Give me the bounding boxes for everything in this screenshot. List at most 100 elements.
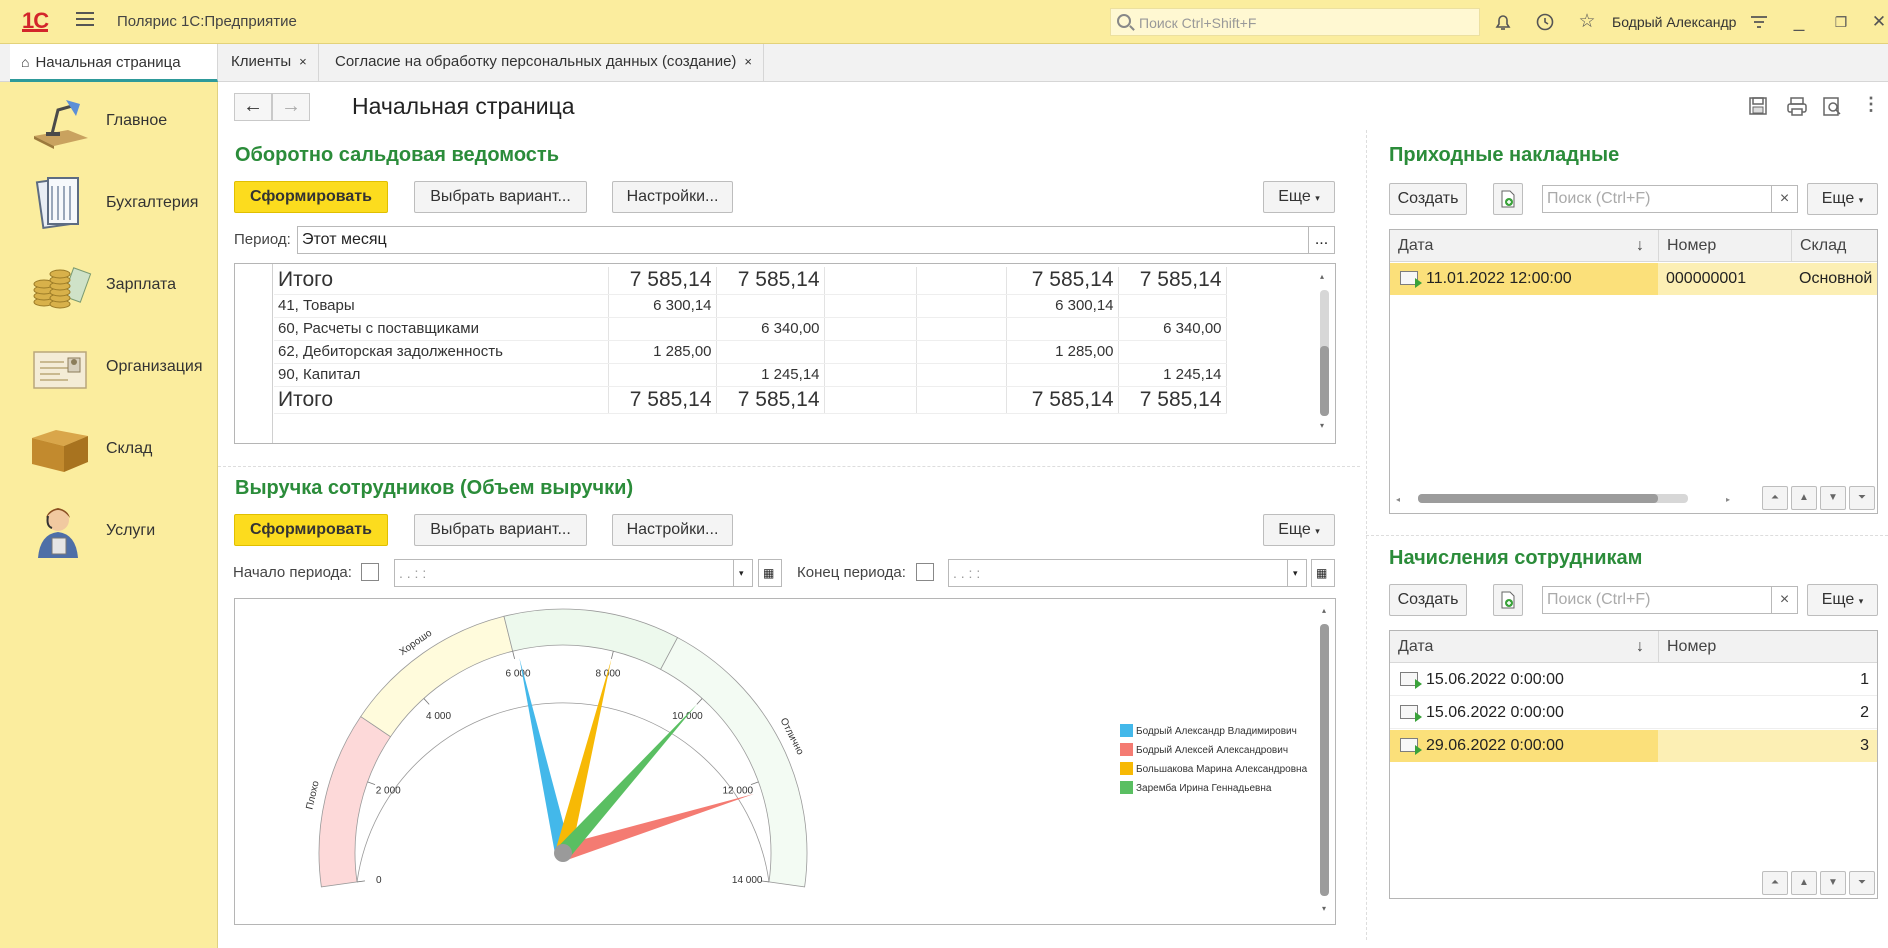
report-total-row[interactable]: Итого 7 585,14 7 585,14 7 585,14 7 585,14 — [274, 267, 1227, 295]
start-period-dropdown-icon[interactable]: ▾ — [733, 559, 753, 587]
revenue-more-button[interactable]: Еще ▾ — [1263, 514, 1335, 546]
invoices-hscroll-thumb[interactable] — [1418, 494, 1658, 503]
minimize-icon[interactable]: _ — [1788, 11, 1810, 33]
invoice-row-number[interactable]: 000000001 — [1658, 263, 1791, 295]
invoices-more-button[interactable]: Еще ▾ — [1807, 183, 1878, 215]
end-period-checkbox[interactable] — [916, 563, 934, 581]
scroll-right-icon[interactable]: ▸ — [1726, 495, 1730, 504]
accruals-create-button[interactable]: Создать — [1389, 584, 1467, 616]
revenue-generate-button[interactable]: Сформировать — [234, 514, 388, 546]
close-tab-icon[interactable]: × — [744, 54, 752, 69]
revenue-settings-button[interactable]: Настройки... — [612, 514, 733, 546]
preview-icon[interactable] — [1822, 96, 1842, 119]
next-row-icon[interactable]: ▼ — [1820, 871, 1846, 895]
report-account-row[interactable]: 62, Дебиторская задолженность 1 285,00 1 2… — [274, 340, 1227, 364]
tab-home[interactable]: ⌂ Начальная страница — [10, 44, 218, 82]
report-account-row[interactable]: 41, Товары 6 300,14 6 300,14 — [274, 294, 1227, 318]
start-calendar-icon[interactable]: ▦ — [758, 559, 782, 587]
invoices-col-warehouse[interactable]: Склад — [1791, 230, 1877, 262]
prev-row-icon[interactable]: ▲ — [1791, 871, 1817, 895]
sort-desc-icon: ↓ — [1636, 237, 1644, 254]
accruals-col-date[interactable]: Дата ↓ — [1390, 631, 1658, 663]
sidebar-item-warehouse[interactable]: Склад — [10, 416, 210, 486]
accrual-row-date[interactable]: 29.06.2022 0:00:00 — [1390, 730, 1658, 762]
sidebar-item-services[interactable]: Услуги — [10, 498, 210, 568]
forward-button[interactable]: → — [272, 93, 310, 121]
report-amount-cell — [916, 386, 1007, 414]
scroll-up-icon[interactable]: ▴ — [1320, 272, 1324, 281]
tab-consent-label: Согласие на обработку персональных данны… — [335, 53, 737, 70]
invoice-row-warehouse[interactable]: Основной — [1791, 263, 1877, 295]
invoices-col-number[interactable]: Номер — [1658, 230, 1791, 262]
user-name[interactable]: Бодрый Александр — [1612, 14, 1736, 30]
scroll-up-icon[interactable]: ▴ — [1322, 606, 1326, 615]
sidebar-item-salary[interactable]: Зарплата — [10, 252, 210, 322]
invoices-search-clear-icon[interactable]: × — [1771, 185, 1798, 213]
tab-consent[interactable]: Согласие на обработку персональных данны… — [324, 44, 765, 82]
period-field[interactable]: Этот месяц — [297, 226, 1309, 254]
start-period-checkbox[interactable] — [361, 563, 379, 581]
report-amount-cell — [1118, 340, 1227, 364]
invoices-nav-buttons: ⏶ ▲ ▼ ⏷ — [1762, 486, 1877, 510]
report-account-row[interactable]: 60, Расчеты с поставщиками 6 340,00 6 340,… — [274, 317, 1227, 341]
start-period-field[interactable]: . . : : — [394, 559, 734, 587]
legend-swatch — [1120, 743, 1133, 756]
revenue-variant-button[interactable]: Выбрать вариант... — [414, 514, 587, 546]
close-tab-icon[interactable]: × — [299, 54, 307, 69]
prev-row-icon[interactable]: ▲ — [1791, 486, 1817, 510]
accruals-more-button[interactable]: Еще ▾ — [1807, 584, 1878, 616]
history-icon[interactable] — [1534, 11, 1556, 33]
favorites-star-icon[interactable]: ☆ — [1576, 11, 1598, 33]
main-menu-icon[interactable] — [76, 12, 94, 26]
bell-icon[interactable] — [1492, 11, 1514, 33]
accruals-col-number[interactable]: Номер — [1658, 631, 1877, 663]
add-document-icon — [1501, 190, 1515, 208]
print-icon[interactable] — [1786, 96, 1808, 119]
more-actions-icon[interactable]: ⋮ — [1862, 94, 1880, 115]
osv-scroll-thumb[interactable] — [1320, 346, 1329, 416]
invoices-col-date[interactable]: Дата ↓ — [1390, 230, 1658, 262]
osv-variant-button[interactable]: Выбрать вариант... — [414, 181, 587, 213]
osv-more-button[interactable]: Еще ▾ — [1263, 181, 1335, 213]
restore-window-icon[interactable]: ❐ — [1830, 11, 1852, 33]
report-account-row[interactable]: 90, Капитал 1 245,14 1 245,14 — [274, 363, 1227, 387]
accrual-row-number[interactable]: 1 — [1658, 664, 1877, 696]
next-row-icon[interactable]: ▼ — [1820, 486, 1846, 510]
scroll-down-icon[interactable]: ▾ — [1320, 421, 1324, 430]
sidebar-item-accounting[interactable]: Бухгалтерия — [10, 170, 210, 240]
chart-scroll-thumb[interactable] — [1320, 624, 1329, 896]
report-total-row[interactable]: Итого 7 585,14 7 585,14 7 585,14 7 585,14 — [274, 386, 1227, 414]
accrual-row-date[interactable]: 15.06.2022 0:00:00 — [1390, 664, 1658, 696]
invoices-create-button[interactable]: Создать — [1389, 183, 1467, 215]
end-period-field[interactable]: . . : : — [948, 559, 1288, 587]
close-window-icon[interactable]: ✕ — [1868, 11, 1888, 33]
scroll-left-icon[interactable]: ◂ — [1396, 495, 1400, 504]
save-icon[interactable] — [1748, 96, 1768, 119]
accrual-row-date[interactable]: 15.06.2022 0:00:00 — [1390, 697, 1658, 729]
invoices-copy-button[interactable] — [1493, 183, 1523, 215]
invoice-row-date[interactable]: 11.01.2022 12:00:00 — [1390, 263, 1658, 295]
first-row-icon[interactable]: ⏶ — [1762, 486, 1788, 510]
global-search-input[interactable]: Поиск Ctrl+Shift+F — [1110, 8, 1480, 36]
osv-generate-button[interactable]: Сформировать — [234, 181, 388, 213]
last-row-icon[interactable]: ⏷ — [1849, 871, 1875, 895]
accruals-search-clear-icon[interactable]: × — [1771, 586, 1798, 614]
accruals-copy-button[interactable] — [1493, 584, 1523, 616]
accruals-search-input[interactable]: Поиск (Ctrl+F) — [1542, 586, 1772, 614]
osv-settings-button[interactable]: Настройки... — [612, 181, 733, 213]
tab-clients[interactable]: Клиенты × — [220, 44, 319, 82]
accrual-row-number[interactable]: 3 — [1658, 730, 1877, 762]
scroll-down-icon[interactable]: ▾ — [1322, 904, 1326, 913]
settings-menu-icon[interactable] — [1748, 11, 1770, 33]
back-button[interactable]: ← — [234, 93, 272, 121]
end-calendar-icon[interactable]: ▦ — [1311, 559, 1335, 587]
sidebar-item-main[interactable]: Главное — [10, 88, 210, 158]
end-period-dropdown-icon[interactable]: ▾ — [1287, 559, 1307, 587]
period-select-button[interactable]: ... — [1308, 226, 1335, 254]
sidebar-item-organization[interactable]: Организация — [10, 334, 210, 404]
invoices-search-input[interactable]: Поиск (Ctrl+F) — [1542, 185, 1772, 213]
report-amount-cell: 1 245,14 — [1118, 363, 1227, 387]
first-row-icon[interactable]: ⏶ — [1762, 871, 1788, 895]
accrual-row-number[interactable]: 2 — [1658, 697, 1877, 729]
last-row-icon[interactable]: ⏷ — [1849, 486, 1875, 510]
